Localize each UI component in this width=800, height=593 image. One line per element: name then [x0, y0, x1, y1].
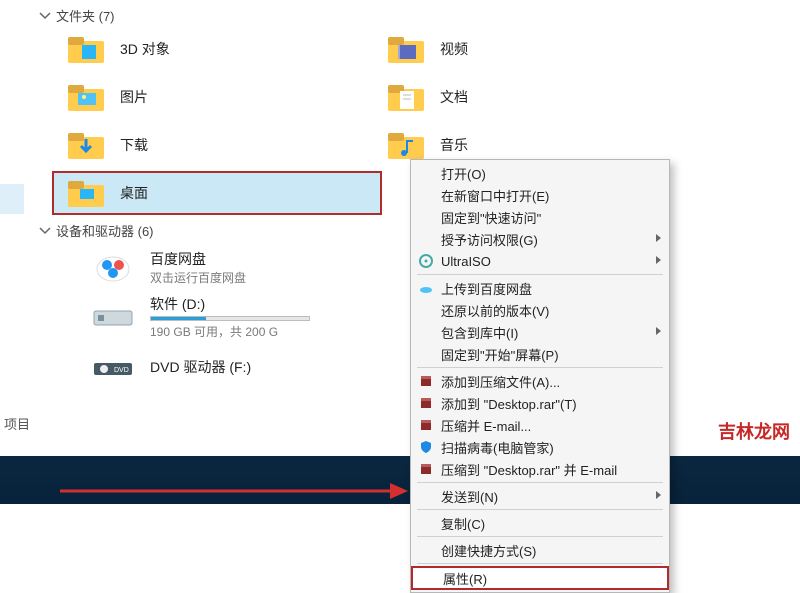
ctx-compress-email[interactable]: 压缩并 E-mail...: [411, 414, 669, 436]
folder-label: 文档: [440, 87, 468, 107]
folder-pictures-icon: [66, 79, 106, 115]
nav-panel-stub: [0, 184, 24, 214]
drive-list: 百度网盘 双击运行百度网盘 软件 (D:) 190 GB 可用，共 200 G …: [0, 242, 800, 392]
ctx-copy[interactable]: 复制(C): [411, 512, 669, 534]
folder-label: 音乐: [440, 135, 468, 155]
folder-item-pictures[interactable]: 图片: [60, 75, 380, 119]
section-folders-header[interactable]: 文件夹 (7): [30, 4, 800, 27]
drive-label: 百度网盘: [150, 249, 246, 269]
folder-label: 视频: [440, 39, 468, 59]
status-bar-label: 项目: [0, 414, 30, 433]
drive-sublabel: 190 GB 可用，共 200 G: [150, 323, 310, 340]
section-folders-title: 文件夹 (7): [56, 6, 115, 25]
annotation-arrow-icon: [60, 480, 410, 486]
drive-label: DVD 驱动器 (F:): [150, 357, 251, 377]
watermark-text: 吉林龙网: [718, 418, 790, 444]
folder-music-icon: [386, 127, 426, 163]
ctx-pin-quick-access[interactable]: 固定到"快速访问": [411, 206, 669, 228]
ctx-grant-access[interactable]: 授予访问权限(G): [411, 228, 669, 250]
disc-icon: [417, 252, 435, 270]
ctx-separator: [417, 367, 663, 368]
drive-sublabel: 双击运行百度网盘: [150, 269, 246, 286]
folder-grid: 3D 对象 视频 图片 文档 下载: [0, 27, 800, 215]
ctx-properties[interactable]: 属性(R): [411, 566, 669, 590]
folder-label: 下载: [120, 135, 148, 155]
svg-text:DVD: DVD: [114, 367, 129, 374]
ctx-open[interactable]: 打开(O): [411, 162, 669, 184]
chevron-down-icon: [38, 224, 52, 238]
folder-downloads-icon: [66, 127, 106, 163]
ctx-separator: [417, 536, 663, 537]
folder-label: 图片: [120, 87, 148, 107]
baidu-netdisk-icon: [90, 247, 136, 287]
ctx-compress-rar-email[interactable]: 压缩到 "Desktop.rar" 并 E-mail: [411, 458, 669, 480]
ctx-send-to[interactable]: 发送到(N): [411, 485, 669, 507]
folder-desktop-icon: [66, 175, 106, 211]
ctx-separator: [417, 509, 663, 510]
ctx-pin-start[interactable]: 固定到"开始"屏幕(P): [411, 343, 669, 365]
archive-icon: [417, 416, 435, 434]
folder-item-videos[interactable]: 视频: [380, 27, 700, 71]
drive-capacity-bar: [150, 316, 310, 321]
dvd-drive-icon: DVD: [90, 347, 136, 387]
ctx-create-shortcut[interactable]: 创建快捷方式(S): [411, 539, 669, 561]
section-drives-title: 设备和驱动器 (6): [56, 221, 154, 240]
cloud-icon: [417, 279, 435, 297]
ctx-ultraiso[interactable]: UltraISO: [411, 250, 669, 272]
ctx-add-desktop-rar[interactable]: 添加到 "Desktop.rar"(T): [411, 392, 669, 414]
shield-icon: [417, 438, 435, 456]
folder-3d-icon: [66, 31, 106, 67]
ctx-scan-virus[interactable]: 扫描病毒(电脑管家): [411, 436, 669, 458]
explorer-window: 文件夹 (7) 3D 对象 视频 图片 文档: [0, 4, 800, 504]
submenu-arrow-icon: [656, 327, 661, 335]
hard-drive-icon: [90, 297, 136, 337]
folder-video-icon: [386, 31, 426, 67]
folder-item-desktop-selected[interactable]: 桌面: [52, 171, 382, 215]
folder-item-downloads[interactable]: 下载: [60, 123, 380, 167]
archive-icon: [417, 460, 435, 478]
ctx-restore-previous[interactable]: 还原以前的版本(V): [411, 299, 669, 321]
ctx-include-library[interactable]: 包含到库中(I): [411, 321, 669, 343]
folder-documents-icon: [386, 79, 426, 115]
archive-icon: [417, 372, 435, 390]
ctx-separator: [417, 274, 663, 275]
ctx-open-new-window[interactable]: 在新窗口中打开(E): [411, 184, 669, 206]
context-menu: 打开(O) 在新窗口中打开(E) 固定到"快速访问" 授予访问权限(G) Ult…: [410, 159, 670, 593]
chevron-down-icon: [38, 9, 52, 23]
submenu-arrow-icon: [656, 234, 661, 242]
drive-label: 软件 (D:): [150, 294, 310, 314]
submenu-arrow-icon: [656, 256, 661, 264]
folder-label: 桌面: [120, 183, 148, 203]
folder-item-3d-objects[interactable]: 3D 对象: [60, 27, 380, 71]
folder-item-documents[interactable]: 文档: [380, 75, 700, 119]
ctx-add-archive[interactable]: 添加到压缩文件(A)...: [411, 370, 669, 392]
ctx-upload-baidu[interactable]: 上传到百度网盘: [411, 277, 669, 299]
folder-label: 3D 对象: [120, 39, 170, 59]
submenu-arrow-icon: [656, 491, 661, 499]
archive-icon: [417, 394, 435, 412]
ctx-separator: [417, 563, 663, 564]
ctx-separator: [417, 482, 663, 483]
